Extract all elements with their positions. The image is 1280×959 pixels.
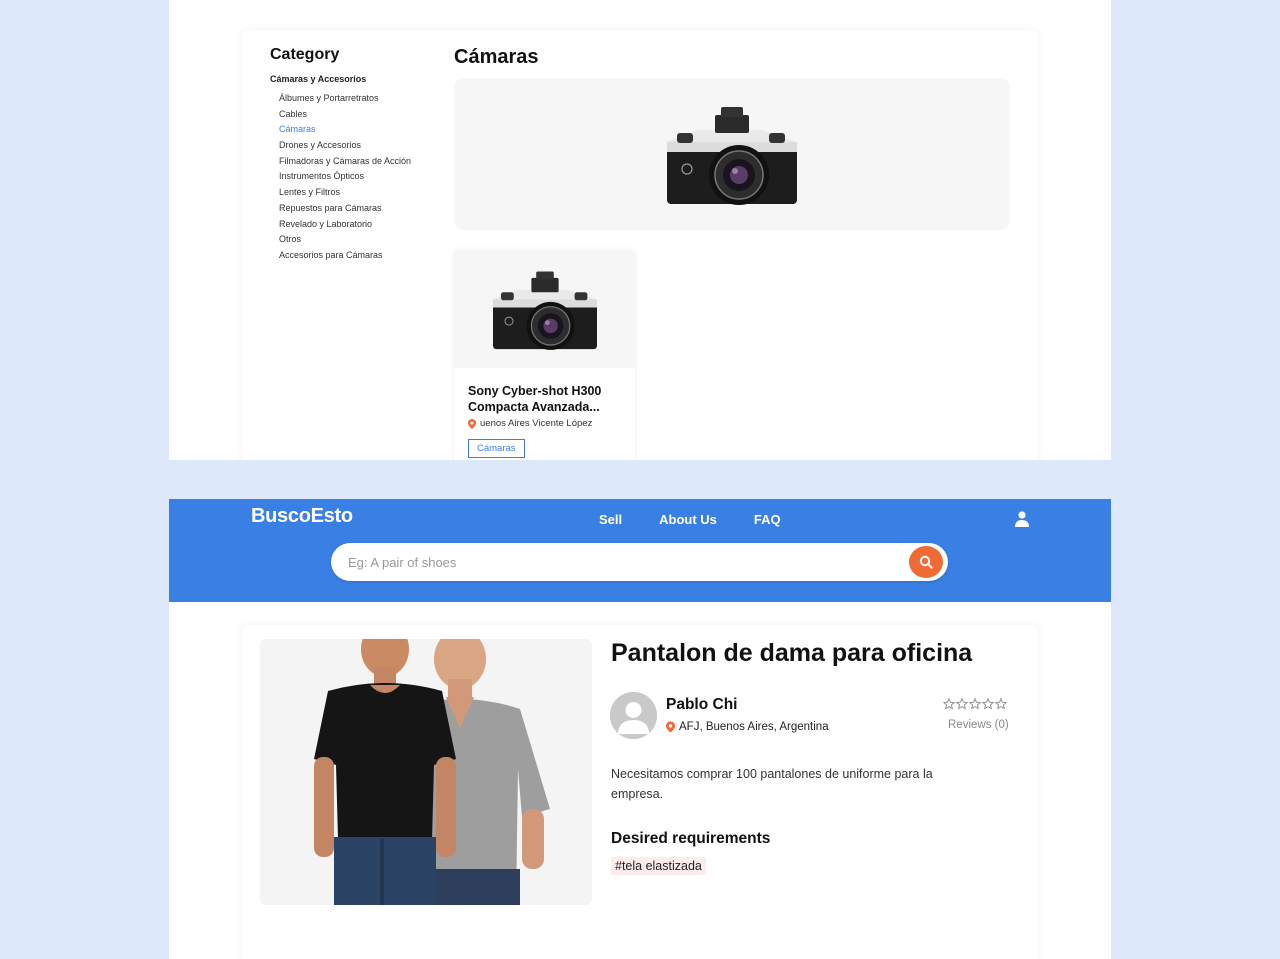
subcategory-item[interactable]: Repuestos para Cámaras (279, 201, 411, 217)
location-pin-icon (468, 418, 476, 429)
product-category-tag[interactable]: Cámaras (468, 439, 525, 458)
rating-stars (943, 698, 1007, 710)
listing-page-screenshot: BuscoEsto Sell About Us FAQ Eg: A pair o… (169, 499, 1111, 959)
category-heading: Category (270, 46, 340, 63)
category-page-screenshot: Category Cámaras y Accesorios Álbumes y … (169, 0, 1111, 460)
subcategory-item[interactable]: Otros (279, 232, 411, 248)
search-button[interactable] (909, 546, 943, 578)
star-empty-icon (982, 698, 994, 710)
product-location: uenos Aires Vicente López (468, 418, 592, 429)
site-logo[interactable]: BuscoEsto (251, 505, 353, 528)
subcategory-list: Álbumes y Portarretratos Cables Cámaras … (279, 91, 411, 264)
subcategory-item[interactable]: Lentes y Filtros (279, 185, 411, 201)
subcategory-item[interactable]: Drones y Accesorios (279, 138, 411, 154)
category-hero-image (454, 78, 1010, 230)
nav-link-faq[interactable]: FAQ (754, 512, 781, 527)
category-card: Category Cámaras y Accesorios Álbumes y … (242, 30, 1038, 460)
listing-description: Necesitamos comprar 100 pantalones de un… (611, 767, 933, 801)
camera-illustration (492, 271, 597, 350)
product-location-text: uenos Aires Vicente López (480, 418, 593, 429)
requirements-heading: Desired requirements (611, 830, 771, 847)
nav-link-about-us[interactable]: About Us (659, 512, 717, 527)
subcategory-item[interactable]: Filmadoras y Cámaras de Acción (279, 154, 411, 170)
reviews-link[interactable]: Reviews (0) (948, 719, 1009, 731)
star-empty-icon (956, 698, 968, 710)
star-empty-icon (943, 698, 955, 710)
camera-illustration (667, 106, 797, 205)
requirement-tag: #tela elastizada (611, 857, 706, 875)
seller-location: AFJ, Buenos Aires, Argentina (666, 721, 829, 733)
seller-name[interactable]: Pablo Chi (666, 696, 737, 714)
tshirt-models-photo (260, 639, 592, 905)
product-title[interactable]: Sony Cyber-shot H300 Compacta Avanzada..… (468, 383, 628, 415)
product-image[interactable] (454, 250, 635, 368)
subcategory-item-active[interactable]: Cámaras (279, 122, 411, 138)
subcategory-item[interactable]: Cables (279, 107, 411, 123)
seller-avatar[interactable] (610, 692, 657, 739)
star-empty-icon (969, 698, 981, 710)
main-nav: Sell About Us FAQ (599, 512, 818, 527)
listing-title: Pantalon de dama para oficina (611, 639, 973, 667)
subcategory-item[interactable]: Accesorios para Cámaras (279, 248, 411, 264)
search-icon (919, 555, 933, 569)
search-input[interactable] (348, 543, 888, 581)
subcategory-item[interactable]: Instrumentos Ópticos (279, 169, 411, 185)
listing-card: Pantalon de dama para oficina Pablo Chi … (242, 625, 1038, 959)
star-empty-icon (995, 698, 1007, 710)
navbar: BuscoEsto Sell About Us FAQ (169, 499, 1111, 602)
nav-link-sell[interactable]: Sell (599, 512, 622, 527)
listing-image[interactable] (260, 639, 592, 905)
section-title: Cámaras (454, 46, 539, 68)
subcategory-item[interactable]: Revelado y Laboratorio (279, 217, 411, 233)
location-pin-icon (666, 721, 675, 733)
product-card[interactable]: Sony Cyber-shot H300 Compacta Avanzada..… (454, 250, 635, 460)
category-parent-link[interactable]: Cámaras y Accesorios (270, 74, 366, 84)
avatar-placeholder-icon (610, 692, 657, 739)
user-account-icon[interactable] (1015, 511, 1029, 527)
seller-location-text: AFJ, Buenos Aires, Argentina (679, 721, 829, 733)
search-bar (331, 543, 948, 581)
subcategory-item[interactable]: Álbumes y Portarretratos (279, 91, 411, 107)
